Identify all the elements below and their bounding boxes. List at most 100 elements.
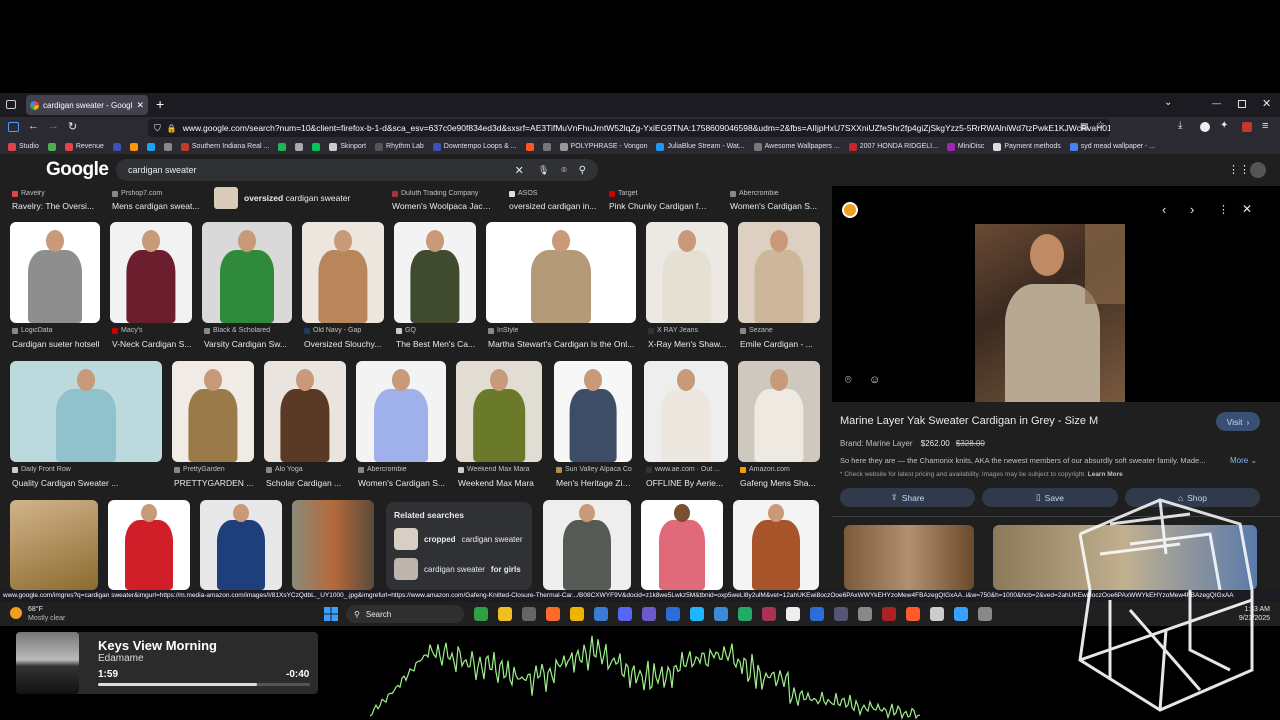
bookmark-item[interactable] bbox=[113, 143, 121, 151]
image-result[interactable]: InStyle Martha Stewart's Cardigan Is the… bbox=[486, 222, 636, 352]
bookmark-item[interactable] bbox=[48, 143, 56, 151]
taskbar-app-icon[interactable] bbox=[834, 607, 848, 621]
taskbar-app-icon[interactable] bbox=[498, 607, 512, 621]
image-result[interactable]: www.ae.com · Out ... OFFLINE By Aerie... bbox=[644, 361, 728, 491]
image-result[interactable] bbox=[108, 500, 190, 590]
new-tab-button[interactable]: + bbox=[156, 96, 164, 112]
image-result[interactable] bbox=[543, 500, 631, 590]
back-icon[interactable]: ← bbox=[28, 120, 39, 132]
image-result[interactable]: Amazon.com Gafeng Mens Sha... bbox=[738, 361, 820, 491]
image-result[interactable]: PrettyGarden PRETTYGARDEN ... bbox=[172, 361, 254, 491]
bookmark-item[interactable]: Awesome Wallpapers ... bbox=[754, 143, 840, 151]
taskbar-app-icon[interactable] bbox=[642, 607, 656, 621]
bookmark-item[interactable]: 2007 HONDA RIDGELI... bbox=[849, 143, 938, 151]
image-result[interactable]: Duluth Trading Company Women's Woolpaca … bbox=[390, 186, 490, 214]
image-result[interactable]: X RAY Jeans X-Ray Men's Shaw... bbox=[646, 222, 728, 352]
bookmark-item[interactable]: Payment methods bbox=[993, 143, 1060, 151]
next-icon[interactable]: › bbox=[1190, 202, 1194, 217]
mic-icon[interactable]: 🎙 bbox=[538, 165, 549, 176]
image-result[interactable] bbox=[641, 500, 723, 590]
taskbar-app-icon[interactable] bbox=[714, 607, 728, 621]
clear-icon[interactable]: ✕ bbox=[515, 164, 524, 177]
bookmark-item[interactable]: Rhythm Lab bbox=[375, 143, 424, 151]
close-panel-icon[interactable]: ✕ bbox=[1242, 202, 1252, 216]
image-result[interactable]: Ravelry Ravelry: The Oversi... bbox=[10, 186, 110, 214]
taskbar-app-icon[interactable] bbox=[594, 607, 608, 621]
lens-search-icon[interactable]: ⌾ bbox=[845, 374, 852, 387]
bookmark-item[interactable]: POLYPHRASE - Vongon bbox=[560, 143, 648, 151]
bookmark-item[interactable] bbox=[295, 143, 303, 151]
taskbar-app-icon[interactable] bbox=[810, 607, 824, 621]
image-result[interactable]: Sun Valley Alpaca Co. Men's Heritage Zip… bbox=[554, 361, 632, 491]
visit-button[interactable]: Visit › bbox=[1216, 412, 1260, 431]
bookmark-item[interactable] bbox=[278, 143, 286, 151]
image-result[interactable]: LogicData Cardigan sueter hotsell bbox=[10, 222, 100, 352]
tab-list-icon[interactable] bbox=[6, 100, 16, 109]
bookmark-item[interactable] bbox=[130, 143, 138, 151]
bookmark-item[interactable] bbox=[164, 143, 172, 151]
sidebar-icon[interactable] bbox=[8, 122, 19, 132]
forward-icon[interactable]: → bbox=[48, 120, 59, 132]
image-result[interactable]: Weekend Max Mara Weekend Max Mara bbox=[456, 361, 542, 491]
taskbar-app-icon[interactable] bbox=[786, 607, 800, 621]
search-icon[interactable]: ⚲ bbox=[579, 165, 586, 176]
menu-icon[interactable]: ≡ bbox=[1262, 120, 1268, 132]
taskbar-app-icon[interactable] bbox=[738, 607, 752, 621]
account-icon[interactable] bbox=[1200, 122, 1210, 132]
taskbar-app-icon[interactable] bbox=[930, 607, 944, 621]
google-logo[interactable]: Google bbox=[46, 159, 108, 181]
weather-widget[interactable]: 68°F Mostly clear bbox=[28, 605, 65, 623]
image-result[interactable] bbox=[733, 500, 819, 590]
image-result[interactable]: Alo Yoga Scholar Cardigan ... bbox=[264, 361, 346, 491]
taskbar-app-icon[interactable] bbox=[906, 607, 920, 621]
related-product-image[interactable] bbox=[844, 525, 974, 590]
learn-more-link[interactable]: Learn More bbox=[1088, 471, 1123, 478]
bookmark-item[interactable] bbox=[543, 143, 551, 151]
taskbar-app-icon[interactable] bbox=[858, 607, 872, 621]
taskbar-app-icon[interactable] bbox=[546, 607, 560, 621]
bookmark-item[interactable]: Skinport bbox=[329, 143, 366, 151]
minimize-icon[interactable]: — bbox=[1212, 98, 1221, 108]
image-result[interactable]: Daily Front Row Quality Cardigan Sweater… bbox=[10, 361, 162, 491]
image-result[interactable]: Prshop7.com Mens cardigan sweat... bbox=[110, 186, 210, 214]
download-icon[interactable]: ⤓ bbox=[1178, 120, 1182, 131]
taskbar-app-icon[interactable] bbox=[882, 607, 896, 621]
image-result[interactable] bbox=[292, 500, 374, 590]
more-options-icon[interactable]: ⋮ bbox=[1218, 203, 1229, 216]
previous-icon[interactable]: ‹ bbox=[1162, 202, 1166, 217]
reload-icon[interactable]: ↻ bbox=[68, 120, 77, 133]
bookmark-item[interactable]: JuliaBlue Stream - Wat... bbox=[656, 143, 744, 151]
weather-icon[interactable] bbox=[10, 607, 22, 619]
bookmark-item[interactable] bbox=[526, 143, 534, 151]
visual-matches-icon[interactable]: ☺ bbox=[869, 374, 880, 386]
maximize-icon[interactable] bbox=[1238, 100, 1246, 108]
taskbar-app-icon[interactable] bbox=[474, 607, 488, 621]
bookmark-item[interactable]: Southern Indiana Real ... bbox=[181, 143, 269, 151]
bookmark-item[interactable] bbox=[147, 143, 155, 151]
related-chip-oversized[interactable]: oversized cardigan sweater bbox=[214, 186, 374, 210]
image-result[interactable]: Macy's V-Neck Cardigan S... bbox=[110, 222, 192, 352]
image-result[interactable]: Sezane Emile Cardigan - ... bbox=[738, 222, 820, 352]
image-result[interactable]: ASOS oversized cardigan in... bbox=[507, 186, 607, 214]
bookmark-item[interactable] bbox=[312, 143, 320, 151]
progress-track[interactable] bbox=[98, 683, 310, 686]
bookmark-item[interactable]: Downtempo Loops & ... bbox=[433, 143, 517, 151]
image-result[interactable]: Black & Scholared Varsity Cardigan Sw... bbox=[202, 222, 292, 352]
bookmark-item[interactable]: MiniDisc bbox=[947, 143, 984, 151]
list-all-tabs-icon[interactable]: ⌄ bbox=[1164, 97, 1172, 108]
search-input[interactable]: cardigan sweater bbox=[128, 165, 515, 175]
product-image[interactable] bbox=[975, 224, 1125, 402]
share-button[interactable]: ⇪ Share bbox=[840, 488, 975, 507]
lens-icon[interactable]: ⌾ bbox=[561, 165, 566, 176]
windows-start-icon[interactable] bbox=[324, 607, 338, 621]
image-result[interactable]: Old Navy - Gap Oversized Slouchy... bbox=[302, 222, 384, 352]
apps-grid-icon[interactable]: ⋮⋮ bbox=[1228, 163, 1250, 176]
taskbar-app-icon[interactable] bbox=[978, 607, 992, 621]
close-tab-icon[interactable]: ✕ bbox=[136, 100, 144, 111]
image-result[interactable]: GQ The Best Men's Ca... bbox=[394, 222, 476, 352]
url-bar[interactable]: ⛉ 🔒 www.google.com/search?num=10&client=… bbox=[148, 119, 1110, 137]
avatar[interactable] bbox=[1250, 162, 1266, 178]
taskbar-app-icon[interactable] bbox=[762, 607, 776, 621]
close-window-icon[interactable]: ✕ bbox=[1262, 97, 1271, 110]
taskbar-app-icon[interactable] bbox=[666, 607, 680, 621]
